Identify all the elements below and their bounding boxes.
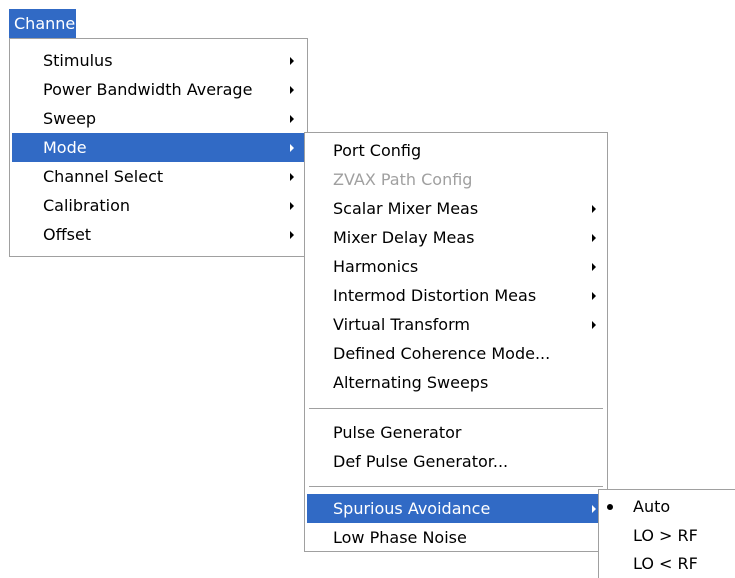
menu-item-label: Mode bbox=[43, 138, 87, 157]
menu-item-mode[interactable]: Mode bbox=[12, 133, 305, 162]
menu-item-def-pulse-generator[interactable]: Def Pulse Generator... bbox=[307, 447, 605, 476]
submenu-arrow-icon bbox=[290, 173, 294, 181]
submenu-arrow-icon bbox=[592, 321, 596, 329]
channel-menu-title[interactable]: Channel bbox=[9, 9, 80, 38]
submenu-arrow-icon bbox=[290, 57, 294, 65]
menu-item-port-config[interactable]: Port Config bbox=[307, 136, 605, 165]
checked-bullet-icon bbox=[607, 504, 613, 510]
menu-item-intermod-distortion-meas[interactable]: Intermod Distortion Meas bbox=[307, 281, 605, 310]
menu-item-calibration[interactable]: Calibration bbox=[12, 191, 305, 220]
menu-item-label: ZVAX Path Config bbox=[333, 170, 473, 189]
menu-item-label: Channel Select bbox=[43, 167, 164, 186]
submenu-arrow-icon bbox=[290, 115, 294, 123]
channel-menu-title-label: Channel bbox=[14, 14, 80, 33]
submenu-arrow-icon bbox=[290, 86, 294, 94]
menu-item-label: Harmonics bbox=[333, 257, 419, 276]
menu-item-sweep[interactable]: Sweep bbox=[12, 104, 305, 133]
menu-item-lo-less-rf[interactable]: LO < RF bbox=[601, 549, 733, 578]
menu-item-label: Low Phase Noise bbox=[333, 528, 467, 547]
submenu-arrow-icon bbox=[592, 234, 596, 242]
mode-submenu: Port Config ZVAX Path Config Scalar Mixe… bbox=[304, 132, 608, 552]
submenu-arrow-icon bbox=[592, 505, 596, 513]
menu-item-label: LO > RF bbox=[633, 526, 698, 545]
menu-item-label: Virtual Transform bbox=[333, 315, 470, 334]
menu-item-lo-greater-rf[interactable]: LO > RF bbox=[601, 521, 733, 550]
menu-item-label: Intermod Distortion Meas bbox=[333, 286, 537, 305]
menu-item-zvax-path-config: ZVAX Path Config bbox=[307, 165, 605, 194]
menu-item-label: Port Config bbox=[333, 141, 422, 160]
menu-item-power-bandwidth-average[interactable]: Power Bandwidth Average bbox=[12, 75, 305, 104]
menu-item-label: Stimulus bbox=[43, 51, 113, 70]
menu-item-label: Def Pulse Generator... bbox=[333, 452, 509, 471]
submenu-arrow-icon bbox=[290, 202, 294, 210]
channel-menu: Stimulus Power Bandwidth Average Sweep M… bbox=[9, 38, 308, 257]
menu-item-label: Offset bbox=[43, 225, 92, 244]
menu-item-label: Power Bandwidth Average bbox=[43, 80, 253, 99]
menu-item-label: Scalar Mixer Meas bbox=[333, 199, 479, 218]
menu-item-channel-select[interactable]: Channel Select bbox=[12, 162, 305, 191]
menu-separator bbox=[309, 408, 603, 410]
menu-item-pulse-generator[interactable]: Pulse Generator bbox=[307, 418, 605, 447]
submenu-arrow-icon bbox=[290, 144, 294, 152]
menu-item-scalar-mixer-meas[interactable]: Scalar Mixer Meas bbox=[307, 194, 605, 223]
menu-item-low-phase-noise[interactable]: Low Phase Noise bbox=[307, 523, 605, 552]
menu-item-label: Auto bbox=[633, 497, 671, 516]
menu-item-virtual-transform[interactable]: Virtual Transform bbox=[307, 310, 605, 339]
menu-item-defined-coherence-mode[interactable]: Defined Coherence Mode... bbox=[307, 339, 605, 368]
submenu-arrow-icon bbox=[592, 292, 596, 300]
menu-item-label: Spurious Avoidance bbox=[333, 499, 491, 518]
menu-item-mixer-delay-meas[interactable]: Mixer Delay Meas bbox=[307, 223, 605, 252]
menu-item-label: Sweep bbox=[43, 109, 97, 128]
menu-item-harmonics[interactable]: Harmonics bbox=[307, 252, 605, 281]
menu-item-alternating-sweeps[interactable]: Alternating Sweeps bbox=[307, 368, 605, 397]
menu-item-auto[interactable]: Auto bbox=[601, 492, 733, 521]
menu-item-stimulus[interactable]: Stimulus bbox=[12, 46, 305, 75]
menu-item-label: Mixer Delay Meas bbox=[333, 228, 475, 247]
menu-item-offset[interactable]: Offset bbox=[12, 220, 305, 249]
submenu-arrow-icon bbox=[592, 263, 596, 271]
submenu-arrow-icon bbox=[592, 205, 596, 213]
menu-item-label: Alternating Sweeps bbox=[333, 373, 489, 392]
menu-item-label: Pulse Generator bbox=[333, 423, 462, 442]
menu-item-spurious-avoidance[interactable]: Spurious Avoidance bbox=[307, 494, 605, 523]
menu-separator bbox=[309, 486, 603, 488]
menu-item-label: Defined Coherence Mode... bbox=[333, 344, 551, 363]
menu-item-label: Calibration bbox=[43, 196, 131, 215]
menu-item-label: LO < RF bbox=[633, 554, 698, 573]
submenu-arrow-icon bbox=[290, 231, 294, 239]
spurious-avoidance-submenu: Auto LO > RF LO < RF bbox=[598, 489, 735, 578]
